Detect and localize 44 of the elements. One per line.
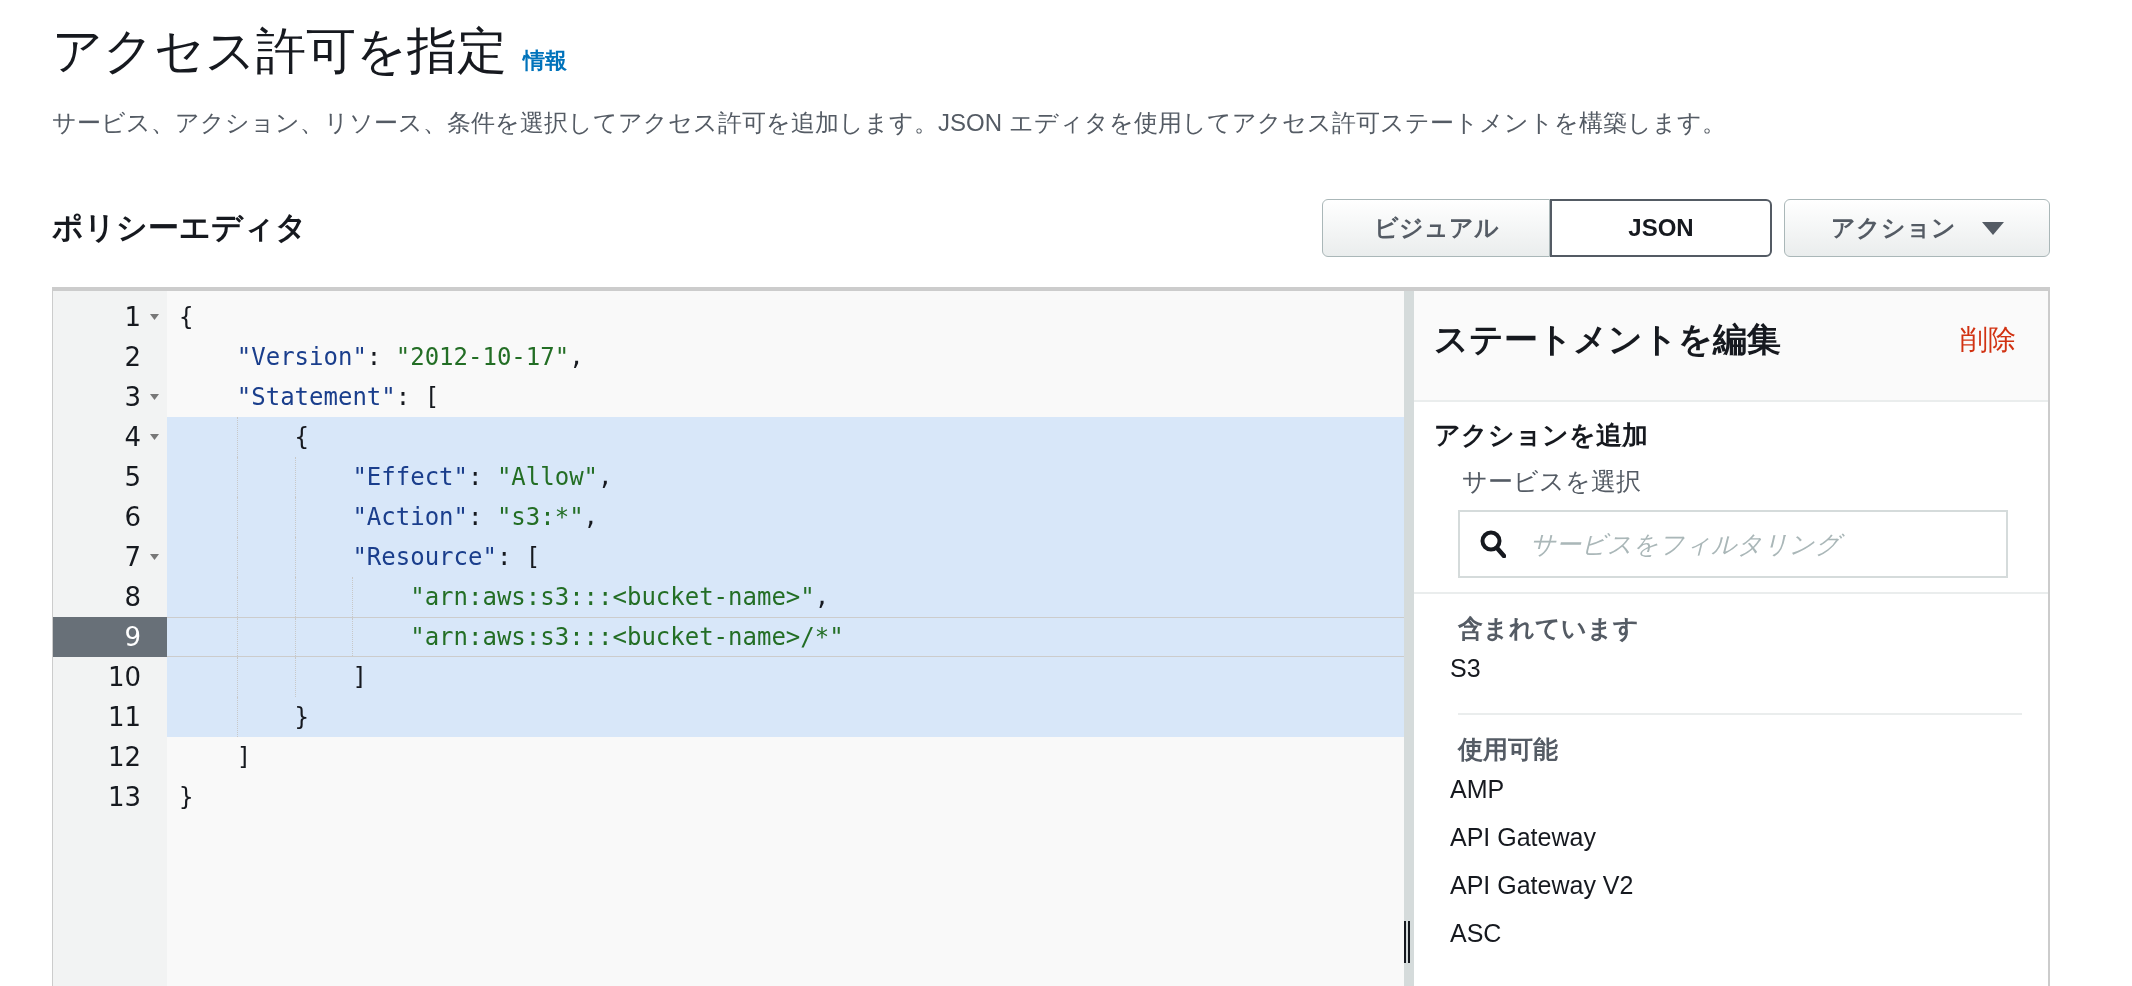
section-heading: アクションを追加: [1434, 419, 1649, 452]
search-field[interactable]: サービスをフィルタリング: [1458, 510, 2008, 578]
page-description: サービス、アクション、リソース、条件を選択してアクセス許可を追加します。JSON エディタを使用してアクセス許可ステートメントを構築します。: [52, 108, 1727, 138]
line-number: 3: [53, 377, 167, 417]
line-number: 2: [123, 341, 142, 374]
fold-arrow-icon[interactable]: [150, 314, 159, 320]
resize-grip-icon[interactable]: [1404, 921, 1410, 963]
caret-icon: [1981, 221, 2004, 235]
code-line: "Statement": [: [235, 382, 441, 413]
line-number: 10: [106, 661, 142, 694]
page-title: アクセス許可を指定: [52, 22, 507, 81]
fold-arrow-icon[interactable]: [150, 554, 159, 560]
service-item[interactable]: AMP: [1450, 774, 2022, 822]
line-number: 1: [53, 297, 167, 337]
code-line: ]: [235, 742, 253, 773]
service-item[interactable]: S3: [1450, 653, 2022, 701]
section-title: ポリシーエディタ: [52, 209, 307, 247]
code-line: {: [178, 302, 195, 333]
info-link[interactable]: 情報: [523, 46, 567, 76]
line-number: 5: [123, 461, 142, 494]
delete-link[interactable]: 削除: [1960, 321, 2016, 359]
line-number: 6: [123, 501, 142, 534]
line-number: 13: [106, 781, 142, 814]
group-heading: 使用可能: [1458, 734, 1559, 765]
line-number: 8: [123, 581, 142, 614]
code-line: }: [178, 782, 195, 813]
fold-arrow-icon[interactable]: [150, 434, 159, 440]
search-icon: [1480, 530, 1506, 558]
service-item[interactable]: ASC: [1450, 918, 2022, 966]
code-line: "Version": "2012-10-17",: [235, 342, 585, 373]
line-number: 9: [53, 617, 167, 657]
panel-title: ステートメントを編集: [1434, 319, 1781, 360]
line-number: 7: [53, 537, 167, 577]
mode-tab[interactable]: ビジュアル: [1322, 199, 1550, 257]
service-item[interactable]: API Gateway: [1450, 822, 2022, 870]
service-item[interactable]: API Gateway V2: [1450, 870, 2022, 918]
group-heading: 含まれています: [1458, 613, 1640, 644]
line-number: 12: [106, 741, 142, 774]
line-number: 11: [106, 701, 142, 734]
actions-dropdown[interactable]: アクション: [1784, 199, 2050, 257]
line-number: 4: [53, 417, 167, 457]
fold-arrow-icon[interactable]: [150, 394, 159, 400]
mode-tab[interactable]: JSON: [1550, 199, 1772, 257]
field-label: サービスを選択: [1462, 466, 1642, 497]
